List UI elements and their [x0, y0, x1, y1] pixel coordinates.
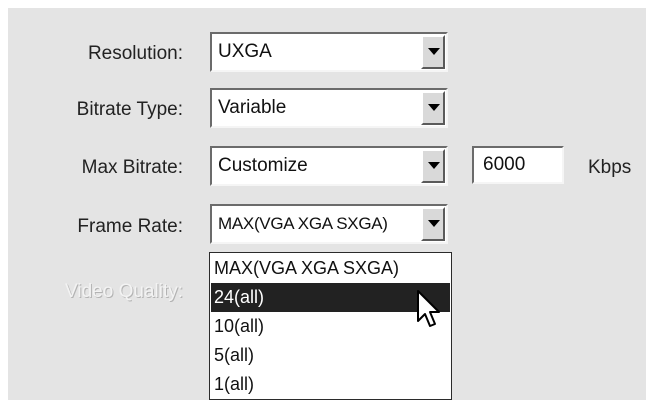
max-bitrate-input[interactable]: 6000	[472, 146, 564, 184]
frame-rate-dropdown-button[interactable]	[421, 207, 445, 241]
settings-panel: Resolution: UXGA Bitrate Type: Variable …	[8, 8, 646, 400]
chevron-down-icon	[428, 220, 440, 227]
bitrate-unit-label: Kbps	[588, 157, 632, 178]
max-bitrate-dropdown-button[interactable]	[421, 149, 445, 183]
bitrate-type-value: Variable	[218, 97, 287, 118]
frame-rate-option[interactable]: MAX(VGA XGA SXGA)	[211, 254, 450, 283]
resolution-dropdown-button[interactable]	[421, 35, 445, 69]
max-bitrate-value: Customize	[218, 155, 308, 176]
chevron-down-icon	[428, 162, 440, 169]
frame-rate-option[interactable]: 10(all)	[211, 312, 450, 341]
bitrate-type-label: Bitrate Type:	[76, 99, 183, 120]
chevron-down-icon	[428, 104, 440, 111]
frame-rate-select[interactable]: MAX(VGA XGA SXGA)	[210, 204, 448, 244]
frame-rate-option[interactable]: 5(all)	[211, 341, 450, 370]
frame-rate-label: Frame Rate:	[77, 216, 183, 237]
mouse-cursor-icon	[417, 290, 440, 327]
bitrate-type-select[interactable]: Variable	[210, 88, 448, 128]
resolution-select[interactable]: UXGA	[210, 32, 448, 72]
max-bitrate-select[interactable]: Customize	[210, 146, 448, 186]
max-bitrate-label: Max Bitrate:	[81, 157, 183, 178]
frame-rate-option[interactable]: 1(all)	[211, 370, 450, 399]
resolution-label: Resolution:	[87, 43, 183, 64]
bitrate-type-dropdown-button[interactable]	[421, 91, 445, 125]
chevron-down-icon	[428, 48, 440, 55]
frame-rate-option-highlighted[interactable]: 24(all)	[211, 283, 450, 312]
resolution-value: UXGA	[218, 41, 272, 62]
frame-rate-value: MAX(VGA XGA SXGA)	[218, 214, 388, 233]
video-quality-label: Video Quality:	[65, 281, 183, 302]
